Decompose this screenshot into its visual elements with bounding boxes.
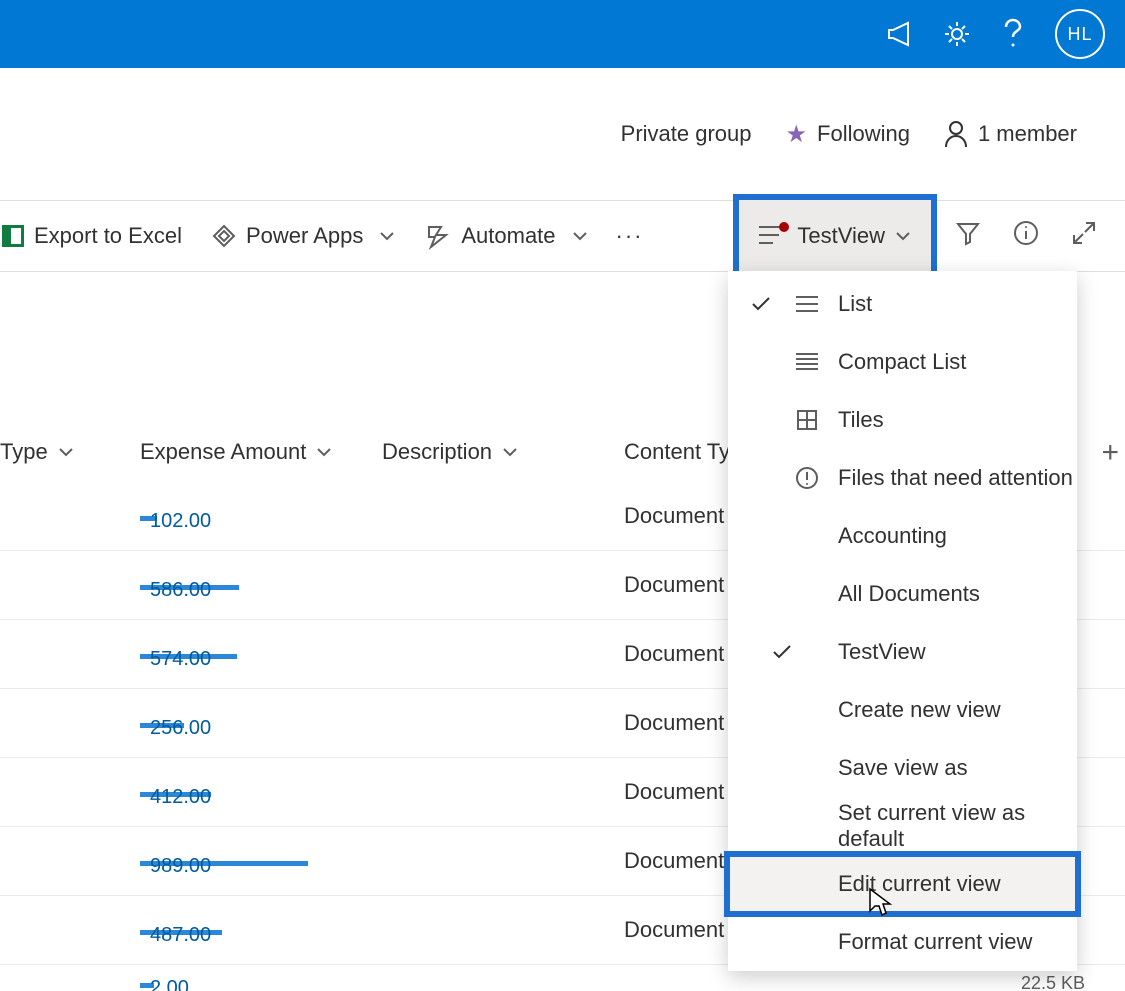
view-selector[interactable]: TestView (739, 200, 931, 272)
column-label: Description (382, 439, 492, 465)
menu-label: Format current view (838, 929, 1077, 955)
expand-icon (1071, 220, 1097, 246)
automate-button[interactable]: Automate (423, 219, 589, 253)
following-label: Following (817, 121, 910, 147)
chevron-down-icon (379, 231, 395, 241)
info-icon (1013, 220, 1039, 246)
export-label: Export to Excel (34, 223, 182, 249)
group-privacy-label: Private group (621, 121, 752, 147)
view-option-files-need-attention[interactable]: Files that need attention (728, 449, 1077, 507)
menu-label: Create new view (838, 697, 1077, 723)
automate-label: Automate (461, 223, 555, 249)
gear-icon[interactable] (943, 20, 971, 48)
view-option-testview[interactable]: TestView (728, 623, 1077, 681)
help-icon[interactable] (999, 20, 1027, 48)
list-icon (792, 295, 822, 313)
view-option-all-documents[interactable]: All Documents (728, 565, 1077, 623)
excel-icon (2, 225, 24, 247)
amount-value: 989.00 (140, 855, 211, 878)
expand-button[interactable] (1071, 220, 1097, 252)
filter-icon (955, 220, 981, 246)
amount-value: 586.00 (140, 579, 211, 602)
filter-button[interactable] (955, 220, 981, 252)
menu-label: All Documents (838, 581, 1077, 607)
menu-label: Edit current view (838, 871, 1077, 897)
column-header-expense-amount[interactable]: Expense Amount (140, 439, 382, 465)
view-selector-menu: List Compact List Tiles Files that need … (728, 271, 1077, 971)
amount-value: 256.00 (140, 717, 211, 740)
view-action-set-default[interactable]: Set current view as default (728, 797, 1077, 855)
menu-label: List (838, 291, 1077, 317)
command-bar: Export to Excel Power Apps Automate ··· … (0, 200, 1125, 272)
avatar-initials: HL (1067, 24, 1092, 45)
column-label: Content Ty (624, 439, 730, 465)
size-hint: 22.5 KB (624, 973, 1125, 991)
amount-value: 487.00 (140, 924, 211, 947)
view-list-icon (759, 226, 787, 246)
view-selector-label: TestView (797, 223, 885, 249)
power-apps-button[interactable]: Power Apps (210, 219, 397, 253)
column-label: Type (0, 439, 48, 465)
overflow-button[interactable]: ··· (616, 223, 644, 249)
chevron-down-icon (58, 447, 74, 457)
info-button[interactable] (1013, 220, 1039, 252)
menu-label: Set current view as default (838, 800, 1077, 852)
menu-label: Save view as (838, 755, 1077, 781)
automate-icon (425, 224, 451, 248)
chevron-down-icon (895, 231, 911, 241)
menu-label: Tiles (838, 407, 1077, 433)
amount-value: 102.00 (140, 510, 211, 533)
megaphone-icon[interactable] (887, 20, 915, 48)
amount-value: 412.00 (140, 786, 211, 809)
view-option-compact-list[interactable]: Compact List (728, 333, 1077, 391)
chevron-down-icon (572, 231, 588, 241)
view-option-tiles[interactable]: Tiles (728, 391, 1077, 449)
view-action-format-current[interactable]: Format current view (728, 913, 1077, 971)
tiles-icon (792, 410, 822, 430)
power-apps-icon (212, 224, 236, 248)
chevron-down-icon (316, 447, 332, 457)
view-action-save-as[interactable]: Save view as (728, 739, 1077, 797)
amount-value: 2.00 (140, 977, 189, 991)
export-to-excel-button[interactable]: Export to Excel (0, 219, 184, 253)
view-option-accounting[interactable]: Accounting (728, 507, 1077, 565)
menu-label: Files that need attention (838, 465, 1077, 491)
add-column-button[interactable]: + (1101, 436, 1119, 470)
star-icon: ★ (786, 120, 808, 149)
avatar[interactable]: HL (1055, 9, 1105, 59)
view-action-create-new[interactable]: Create new view (728, 681, 1077, 739)
site-info-strip: Private group ★ Following 1 member (0, 68, 1125, 200)
members-label: 1 member (978, 121, 1077, 147)
compact-list-icon (792, 353, 822, 371)
view-action-edit-current[interactable]: Edit current view (728, 855, 1077, 913)
person-icon (944, 120, 968, 148)
power-apps-label: Power Apps (246, 223, 363, 249)
unsaved-changes-dot-icon (779, 222, 789, 232)
chevron-down-icon (502, 447, 518, 457)
column-header-description[interactable]: Description (382, 439, 624, 465)
menu-label: Compact List (838, 349, 1077, 375)
view-option-list[interactable]: List (728, 275, 1077, 333)
column-header-type[interactable]: Type (0, 439, 140, 465)
column-label: Expense Amount (140, 439, 306, 465)
menu-label: TestView (838, 639, 1077, 665)
check-icon (746, 296, 776, 312)
members-link[interactable]: 1 member (944, 120, 1077, 148)
attention-icon (792, 467, 822, 489)
amount-value: 574.00 (140, 648, 211, 671)
check-icon (746, 644, 806, 660)
menu-label: Accounting (838, 523, 1077, 549)
following-toggle[interactable]: ★ Following (786, 120, 910, 149)
suite-bar: HL (0, 0, 1125, 68)
